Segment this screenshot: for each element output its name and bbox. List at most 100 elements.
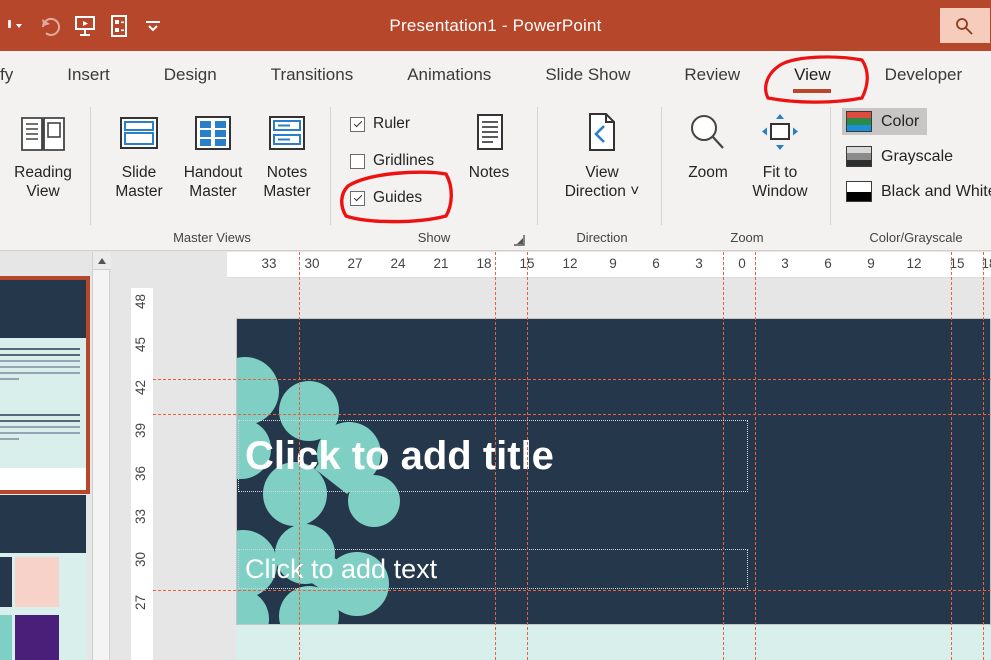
- ruler-tick: 12: [906, 256, 921, 271]
- active-tab-underline: [793, 89, 831, 93]
- fit-to-window-icon: [756, 105, 804, 163]
- ribbon-group-master-views: Slide Master Handout Master: [96, 99, 328, 251]
- slide-master-icon: [114, 105, 164, 163]
- tab-view[interactable]: View: [778, 51, 847, 99]
- ruler-tick: 42: [133, 380, 148, 395]
- ruler-tick: 6: [824, 256, 832, 271]
- tab-label: Design: [164, 65, 217, 85]
- title-bar: Presentation1 - PowerPoint: [0, 0, 991, 51]
- checkbox-gridlines-label: Gridlines: [373, 152, 434, 170]
- ribbon: Reading View Slide Master: [0, 99, 991, 251]
- checkbox-gridlines-box[interactable]: [350, 154, 365, 169]
- notes-button[interactable]: Notes: [446, 105, 532, 182]
- tab-insert[interactable]: Insert: [51, 51, 126, 99]
- ruler-tick: 45: [133, 337, 148, 352]
- tab-label: Developer: [885, 65, 963, 85]
- vertical-guide[interactable]: [983, 252, 984, 660]
- vertical-guide[interactable]: [527, 252, 528, 660]
- slide-master-label: Slide Master: [115, 163, 162, 201]
- ribbon-group-show: Ruler Gridlines Guides Notes S: [336, 99, 532, 251]
- ruler-tick: 21: [433, 256, 448, 271]
- ruler-tick: 24: [390, 256, 405, 271]
- ribbon-group-direction: View Direction ˅ Direction: [543, 99, 661, 251]
- tab-label: Transitions: [271, 65, 354, 85]
- thumbnail-header-band: [0, 280, 86, 338]
- ruler-tick: 30: [304, 256, 319, 271]
- checkbox-ruler-label: Ruler: [373, 115, 410, 133]
- scroll-up-icon[interactable]: [93, 252, 111, 270]
- tab-transitions[interactable]: Transitions: [255, 51, 370, 99]
- vertical-ruler[interactable]: 48 45 42 39 36 33 30 27: [131, 288, 153, 660]
- checkbox-guides-box[interactable]: [350, 191, 365, 206]
- group-label-zoom: Zoom: [665, 230, 829, 245]
- horizontal-guide[interactable]: [153, 379, 991, 380]
- ruler-tick: 27: [347, 256, 362, 271]
- tab-modify[interactable]: fy: [0, 51, 29, 99]
- slide-thumbnail-2[interactable]: [0, 495, 86, 660]
- fit-to-window-button[interactable]: Fit to Window: [737, 105, 823, 201]
- tab-slide-show[interactable]: Slide Show: [529, 51, 646, 99]
- group-separator: [90, 107, 91, 225]
- checkbox-ruler-box[interactable]: [350, 117, 365, 132]
- body-placeholder[interactable]: Click to add text: [238, 549, 748, 589]
- ruler-tick: 39: [133, 423, 148, 438]
- slide-thumbnail-1[interactable]: [0, 280, 86, 490]
- vertical-guide[interactable]: [951, 252, 952, 660]
- search-box[interactable]: [939, 7, 991, 44]
- group-separator: [330, 107, 331, 225]
- fit-to-window-label: Fit to Window: [752, 163, 807, 201]
- checkbox-guides[interactable]: Guides: [350, 187, 422, 209]
- notes-master-button[interactable]: Notes Master: [244, 105, 330, 201]
- ruler-tick: 33: [261, 256, 276, 271]
- vertical-guide[interactable]: [755, 252, 756, 660]
- reading-view-icon: [17, 105, 69, 163]
- tab-design[interactable]: Design: [148, 51, 233, 99]
- vertical-guide[interactable]: [723, 252, 724, 660]
- black-and-white-swatch-icon: [846, 181, 872, 202]
- color-mode-color-label: Color: [881, 113, 919, 131]
- group-label-master-views: Master Views: [96, 230, 328, 245]
- zoom-label: Zoom: [688, 163, 728, 182]
- ribbon-group-zoom: Zoom Fit to Window Zoom: [665, 99, 829, 251]
- vertical-guide[interactable]: [495, 252, 496, 660]
- color-mode-color[interactable]: Color: [842, 108, 927, 135]
- thumbnail-body: [0, 553, 86, 660]
- tab-review[interactable]: Review: [668, 51, 756, 99]
- window-title: Presentation1 - PowerPoint: [0, 16, 991, 36]
- ruler-tick: 27: [133, 595, 148, 610]
- title-placeholder[interactable]: Click to add title: [238, 420, 748, 492]
- reading-view-button[interactable]: Reading View: [0, 105, 86, 201]
- horizontal-guide[interactable]: [153, 414, 991, 415]
- view-direction-button[interactable]: View Direction ˅: [559, 105, 645, 201]
- ruler-tick: 36: [133, 466, 148, 481]
- tab-developer[interactable]: Developer: [869, 51, 979, 99]
- group-separator: [830, 107, 831, 225]
- tab-animations[interactable]: Animations: [391, 51, 507, 99]
- handout-master-icon: [188, 105, 238, 163]
- thumbnail-scrollbar[interactable]: [92, 252, 110, 660]
- horizontal-guide[interactable]: [153, 590, 991, 591]
- reading-view-label: Reading View: [14, 163, 72, 201]
- tab-label: View: [794, 65, 831, 85]
- view-direction-label: View Direction ˅: [565, 163, 640, 201]
- slide-thumbnail-pane[interactable]: [0, 252, 92, 660]
- tab-label: Animations: [407, 65, 491, 85]
- ruler-tick: 9: [867, 256, 875, 271]
- checkbox-gridlines[interactable]: Gridlines: [350, 150, 434, 172]
- tab-label: Insert: [67, 65, 110, 85]
- color-mode-grayscale-label: Grayscale: [881, 148, 953, 166]
- handout-master-label: Handout Master: [184, 163, 243, 201]
- ribbon-tab-strip[interactable]: fy Insert Design Transitions Animations …: [0, 51, 991, 99]
- vertical-guide[interactable]: [299, 252, 300, 660]
- slide-footer-band: [236, 625, 991, 660]
- notes-label: Notes: [469, 163, 510, 182]
- color-mode-black-and-white[interactable]: Black and White: [842, 178, 991, 205]
- ruler-tick: 12: [562, 256, 577, 271]
- notes-master-icon: [262, 105, 312, 163]
- ruler-tick: 3: [781, 256, 789, 271]
- ruler-tick: 3: [695, 256, 703, 271]
- zoom-icon: [684, 105, 732, 163]
- horizontal-ruler[interactable]: 33 30 27 24 21 18 15 12 9 6 3 0 3 6 9 12…: [227, 252, 991, 278]
- color-mode-grayscale[interactable]: Grayscale: [842, 143, 961, 170]
- checkbox-ruler[interactable]: Ruler: [350, 113, 410, 135]
